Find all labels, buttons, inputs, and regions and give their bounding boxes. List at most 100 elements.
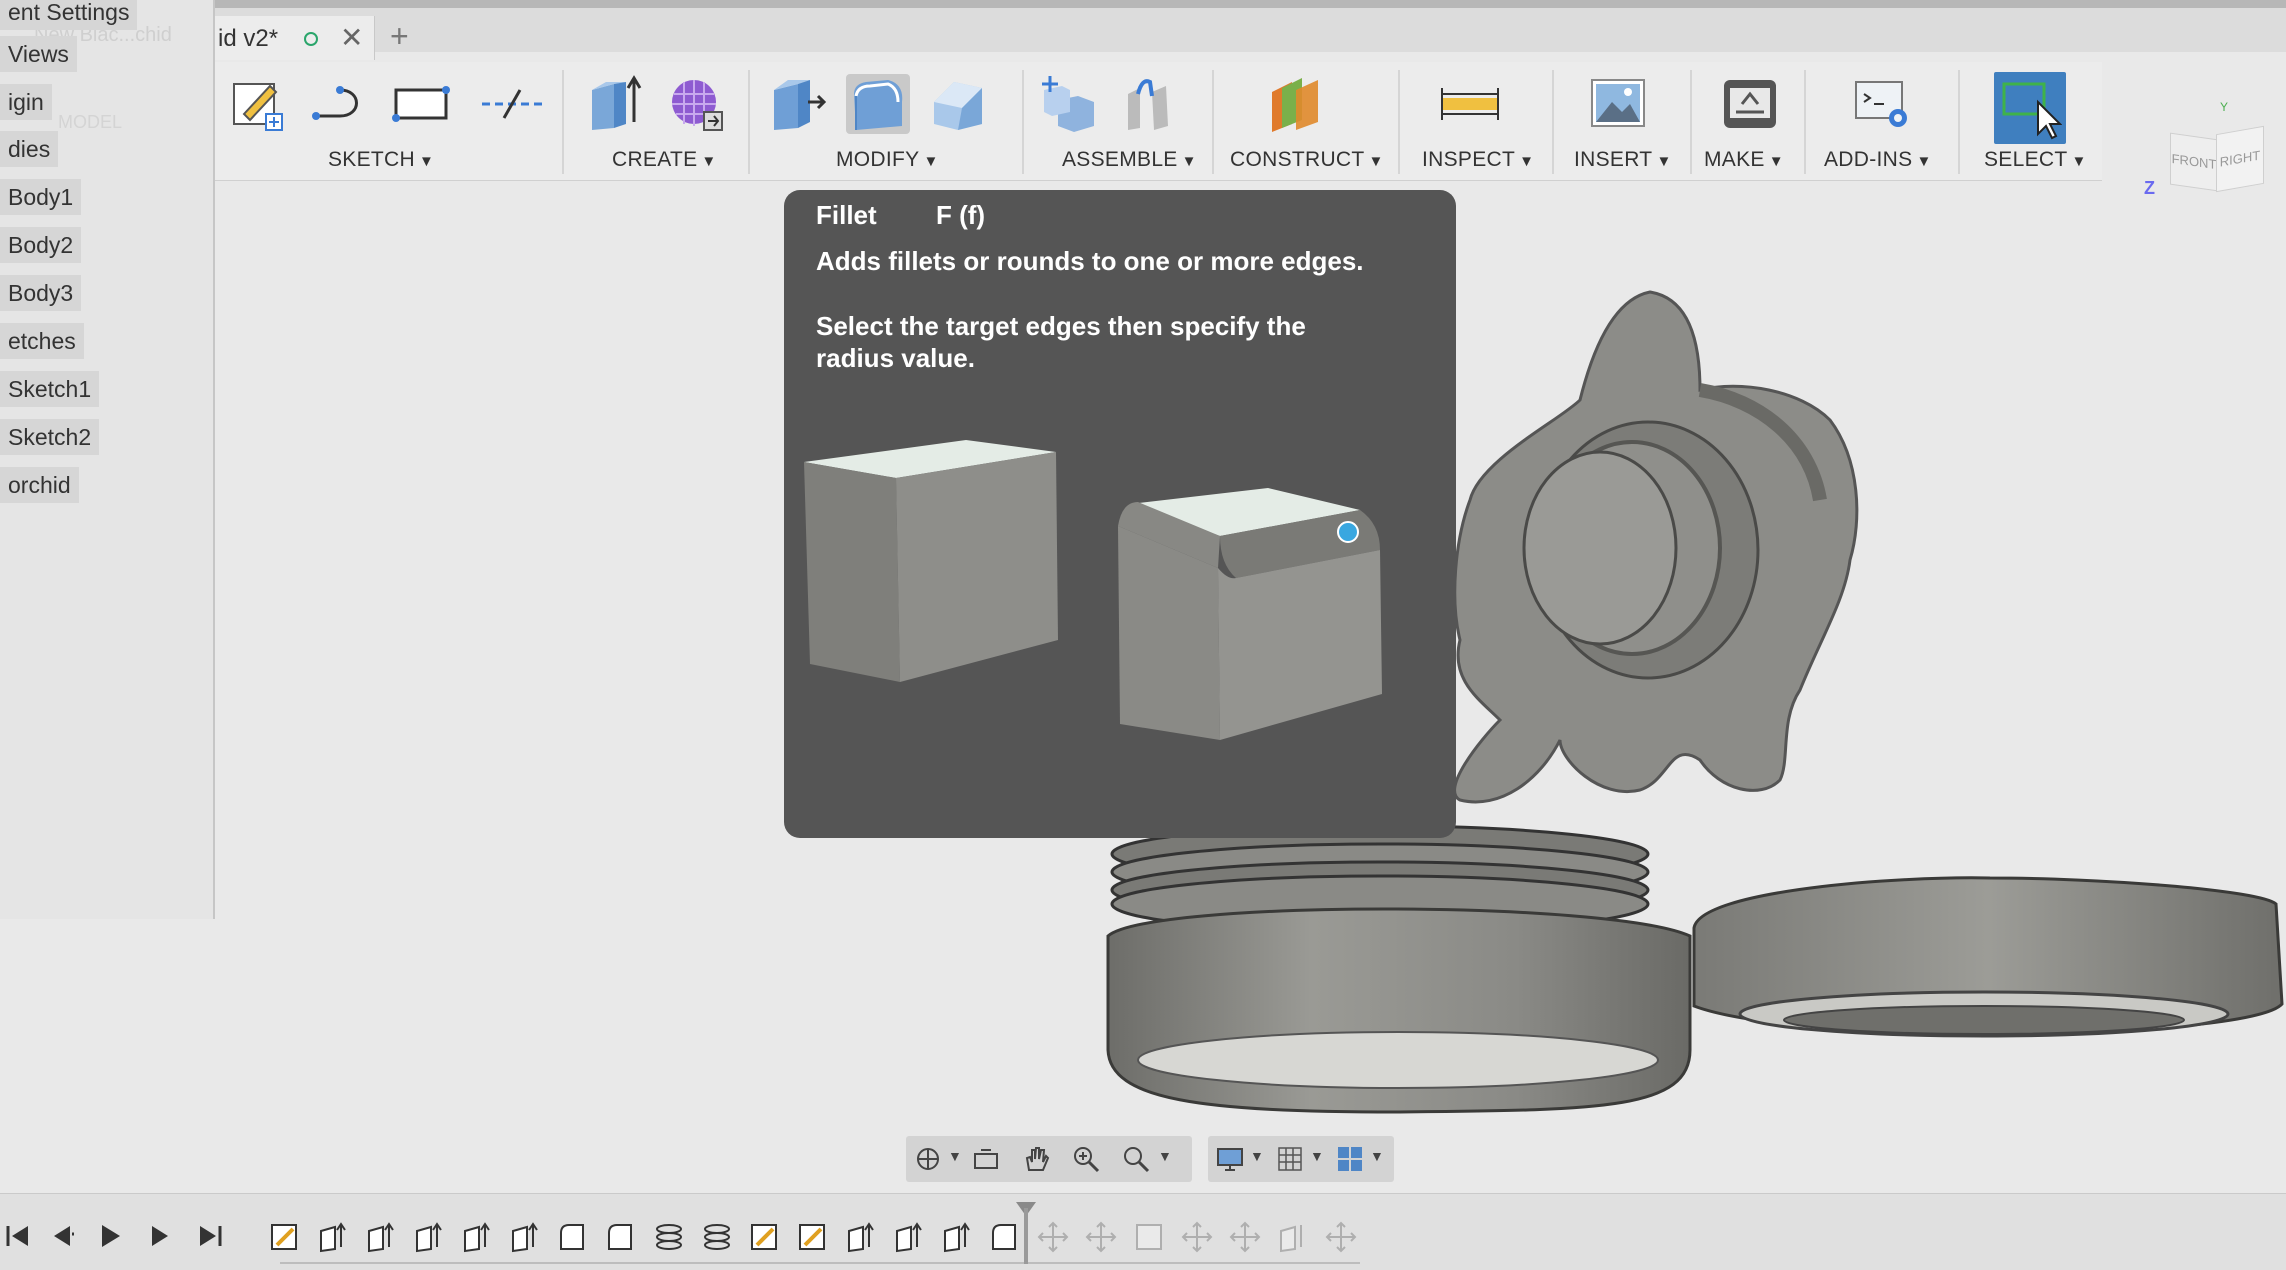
sketch-menu[interactable]: SKETCH ▼ — [328, 148, 434, 172]
fillet-button[interactable] — [846, 74, 910, 134]
add-ins-menu[interactable]: ADD-INS ▼ — [1824, 148, 1932, 172]
browser-item-sketch1[interactable]: Sketch1 — [0, 371, 100, 407]
make-group: MAKE ▼ — [1694, 62, 1806, 180]
scripts-button[interactable] — [1850, 74, 1914, 134]
timeline-sketch[interactable] — [748, 1220, 782, 1254]
insert-menu[interactable]: INSERT ▼ — [1574, 148, 1672, 172]
inspect-group: INSPECT ▼ — [1402, 62, 1552, 180]
grid-caret-icon[interactable]: ▼ — [1310, 1148, 1324, 1164]
extrude-button[interactable] — [582, 74, 646, 134]
form-button[interactable] — [664, 74, 728, 134]
timeline-extrude[interactable] — [892, 1220, 926, 1254]
orbit-button[interactable] — [912, 1143, 944, 1175]
timeline-fillet[interactable] — [604, 1220, 638, 1254]
timeline-extrude[interactable] — [316, 1220, 350, 1254]
create-sketch-button[interactable] — [226, 74, 290, 134]
browser-item-sketches[interactable]: etches — [0, 323, 84, 359]
inspect-menu[interactable]: INSPECT ▼ — [1422, 148, 1534, 172]
joint-button[interactable] — [1116, 74, 1180, 134]
next-step-button[interactable] — [142, 1218, 178, 1254]
3d-print-button[interactable] — [1718, 74, 1782, 134]
zoom-caret-icon[interactable]: ▼ — [1158, 1148, 1172, 1164]
timeline-extrude[interactable] — [844, 1220, 878, 1254]
timeline-sketch[interactable] — [1132, 1220, 1166, 1254]
go-to-start-button[interactable] — [0, 1218, 36, 1254]
timeline-extrude[interactable] — [412, 1220, 446, 1254]
timeline-fillet[interactable] — [556, 1220, 590, 1254]
browser-item-body2[interactable]: Body2 — [0, 227, 82, 263]
timeline-extrude[interactable] — [364, 1220, 398, 1254]
tooltip-shortcut: F (f) — [936, 200, 986, 230]
assemble-menu[interactable]: ASSEMBLE ▼ — [1062, 148, 1197, 172]
select-menu[interactable]: SELECT ▼ — [1984, 148, 2087, 172]
timeline-move[interactable] — [1084, 1220, 1118, 1254]
fillet-tooltip: Fillet F (f) Adds fillets or rounds to o… — [784, 190, 1456, 838]
select-button[interactable] — [1994, 72, 2066, 144]
viewports-button[interactable] — [1334, 1143, 1366, 1175]
viewports-caret-icon[interactable]: ▼ — [1370, 1148, 1384, 1164]
zoom-icon — [1124, 1147, 1150, 1173]
modify-menu[interactable]: MODIFY ▼ — [836, 148, 939, 172]
display-settings-button[interactable] — [1214, 1143, 1246, 1175]
zoom-window-button[interactable] — [1070, 1143, 1102, 1175]
timeline-move[interactable] — [1324, 1220, 1358, 1254]
close-tab-icon[interactable]: ✕ — [340, 21, 363, 54]
press-pull-button[interactable] — [766, 74, 830, 134]
spline-button[interactable] — [308, 74, 372, 134]
timeline-extrude[interactable] — [508, 1220, 542, 1254]
timeline-move[interactable] — [1228, 1220, 1262, 1254]
grid-button[interactable] — [1274, 1143, 1306, 1175]
make-menu[interactable]: MAKE ▼ — [1704, 148, 1784, 172]
timeline-thread[interactable] — [652, 1220, 686, 1254]
insert-canvas-button[interactable] — [1586, 74, 1650, 134]
browser-item-orchid[interactable]: orchid — [0, 467, 79, 503]
extrude-icon — [592, 75, 642, 130]
sharp-cube-illustration — [804, 440, 1058, 682]
timeline-fillet[interactable] — [988, 1220, 1022, 1254]
timeline-extrude[interactable] — [1276, 1220, 1310, 1254]
extrude-feature-icon — [896, 1222, 922, 1253]
rectangle-button[interactable] — [390, 74, 454, 134]
timeline-thread[interactable] — [700, 1220, 734, 1254]
timeline-sketch[interactable] — [796, 1220, 830, 1254]
separator — [1958, 70, 1960, 174]
display-caret-icon[interactable]: ▼ — [1250, 1148, 1264, 1164]
play-button[interactable] — [92, 1218, 128, 1254]
construct-menu[interactable]: CONSTRUCT ▼ — [1230, 148, 1384, 172]
new-component-button[interactable] — [1036, 74, 1100, 134]
first-icon — [6, 1226, 28, 1246]
chamfer-button[interactable] — [926, 74, 990, 134]
browser-item-origin[interactable]: igin — [0, 84, 52, 120]
measure-button[interactable] — [1438, 74, 1502, 134]
construction-line-button[interactable] — [480, 74, 544, 134]
timeline-extrude[interactable] — [940, 1220, 974, 1254]
timeline-marker[interactable] — [1024, 1208, 1028, 1264]
browser-item-document-settings[interactable]: ent Settings — [0, 0, 138, 30]
offset-plane-button[interactable] — [1264, 74, 1328, 134]
timeline-extrude[interactable] — [460, 1220, 494, 1254]
cube-front-face[interactable]: FRONT — [2170, 132, 2218, 192]
view-cube[interactable]: Y FRONT RIGHT Z — [2144, 96, 2280, 206]
timeline-move[interactable] — [1036, 1220, 1070, 1254]
cube-right-face[interactable]: RIGHT — [2216, 125, 2264, 193]
browser-item-body3[interactable]: Body3 — [0, 275, 82, 311]
browser-item-bodies[interactable]: dies — [0, 131, 59, 167]
zoom-button[interactable] — [1120, 1143, 1152, 1175]
create-menu[interactable]: CREATE ▼ — [612, 148, 717, 172]
timeline-sketch[interactable] — [268, 1220, 302, 1254]
separator — [1552, 70, 1554, 174]
document-tab-title: id v2* — [218, 25, 279, 52]
browser-item-sketch2[interactable]: Sketch2 — [0, 419, 100, 455]
pan-button[interactable] — [1020, 1143, 1052, 1175]
look-at-button[interactable] — [970, 1143, 1002, 1175]
move-feature-icon — [1325, 1221, 1357, 1253]
browser-item-body1[interactable]: Body1 — [0, 179, 82, 215]
browser-item-named-views[interactable]: Views — [0, 36, 77, 72]
joint-icon — [1128, 79, 1168, 130]
new-tab-button[interactable]: + — [390, 18, 409, 55]
timeline-move[interactable] — [1180, 1220, 1214, 1254]
document-tab[interactable]: id v2* ✕ — [212, 16, 375, 60]
orbit-caret-icon[interactable]: ▼ — [948, 1148, 962, 1164]
go-to-end-button[interactable] — [192, 1218, 228, 1254]
previous-step-button[interactable] — [44, 1218, 80, 1254]
